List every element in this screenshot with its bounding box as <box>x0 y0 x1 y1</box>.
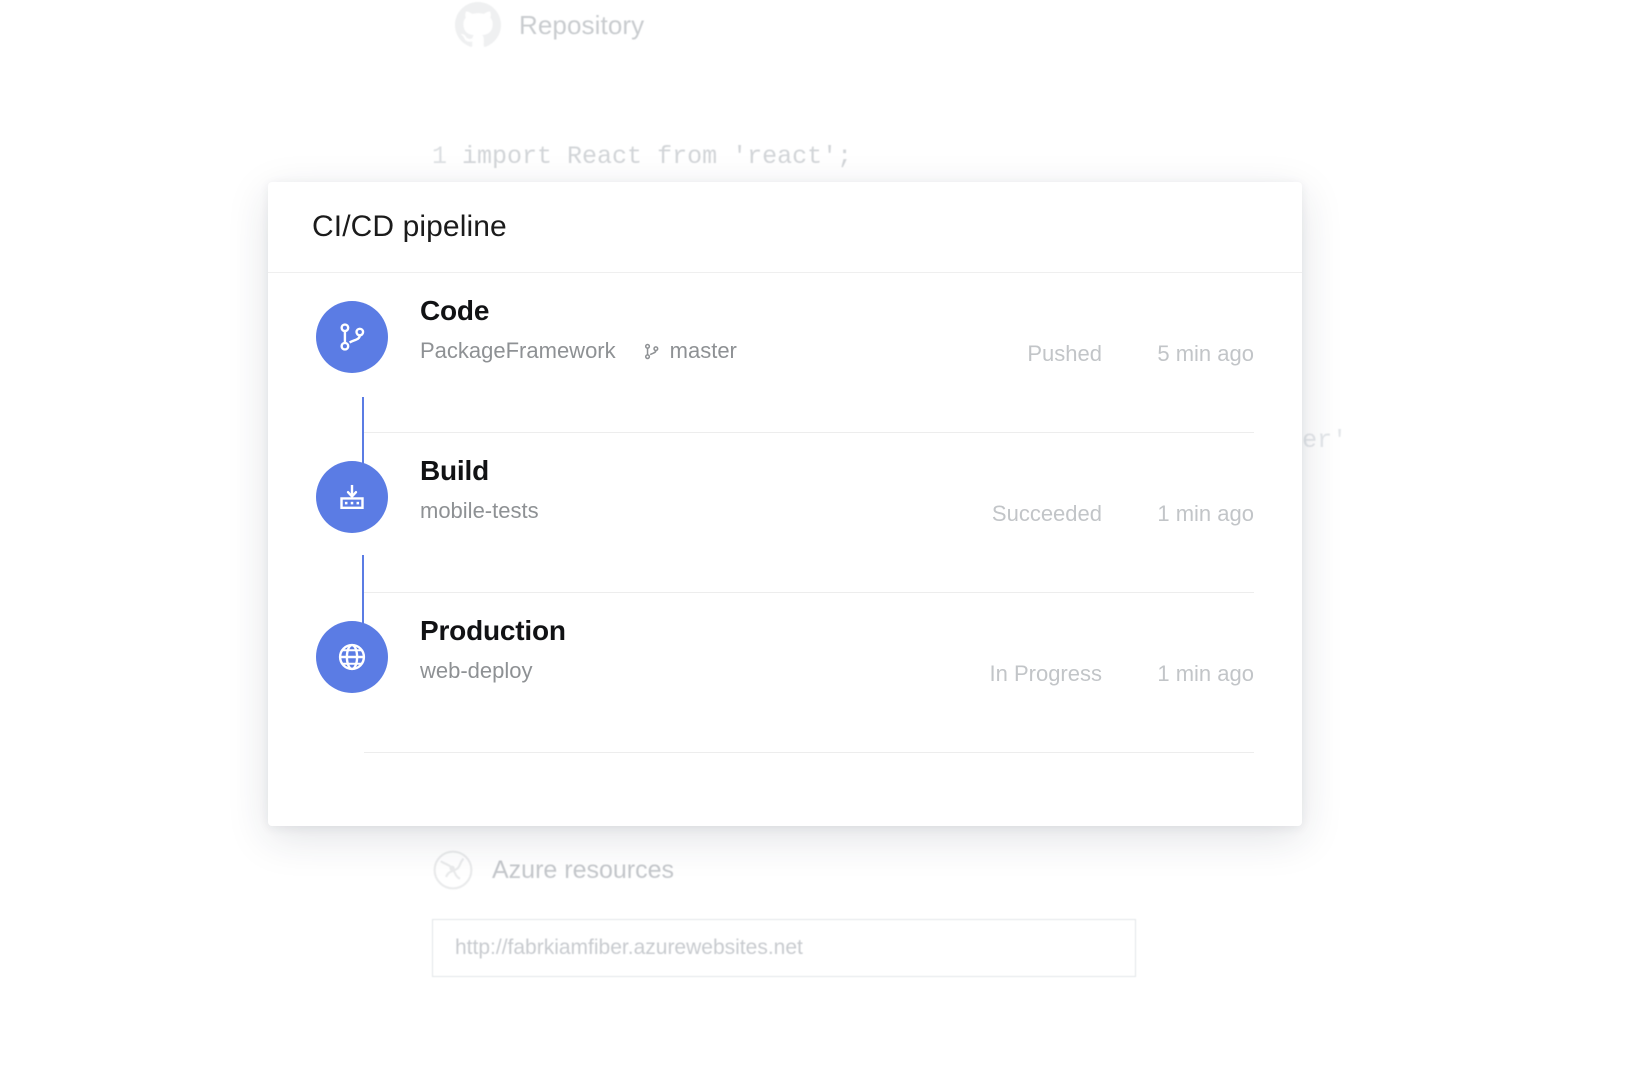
repository-header: Repository <box>455 2 644 48</box>
code-line: 1 import React from 'react'; <box>432 141 1347 173</box>
stage-badge <box>316 621 388 693</box>
stage-subtitle: PackageFramework master <box>420 337 914 366</box>
branch-icon <box>644 343 659 360</box>
pipeline-stage-code[interactable]: Code PackageFramework master Pushed 5 mi… <box>316 273 1254 433</box>
stage-repo: web-deploy <box>420 658 533 684</box>
azure-resources-icon <box>433 850 473 890</box>
code-line-number: 1 <box>432 142 448 171</box>
azure-resources-label: Azure resources <box>492 855 675 884</box>
globe-icon <box>338 643 366 671</box>
stage-name: Build <box>420 455 489 486</box>
stage-text: Production web-deploy <box>388 593 914 686</box>
stage-name: Production <box>420 615 566 646</box>
stage-text: Code PackageFramework master <box>388 273 914 366</box>
stage-subtitle: web-deploy <box>420 657 914 686</box>
stage-meta: In Progress 1 min ago <box>914 593 1255 687</box>
site-url-value: http://fabrkiamfiber.azurewebsites.net <box>455 936 803 959</box>
git-branch-icon <box>340 323 365 351</box>
stage-meta: Succeeded 1 min ago <box>914 433 1254 527</box>
stage-divider <box>364 752 1254 753</box>
stage-status: Succeeded <box>991 501 1102 526</box>
stage-meta: Pushed 5 min ago <box>914 273 1254 367</box>
stage-repo: PackageFramework <box>420 338 616 364</box>
screen: Repository 1 import React from 'react'; … <box>0 0 1649 1080</box>
dialog-header: CI/CD pipeline <box>268 182 1302 273</box>
pipeline-stage-production[interactable]: Production web-deploy In Progress 1 min … <box>316 593 1254 753</box>
stage-branch-name: master <box>669 338 737 364</box>
stage-status: Pushed <box>1027 341 1102 366</box>
stage-status: In Progress <box>989 661 1103 686</box>
cicd-pipeline-dialog: CI/CD pipeline Code PackageFramework mas… <box>268 182 1302 826</box>
stage-repo: mobile-tests <box>420 498 539 524</box>
dialog-body: Code PackageFramework master Pushed 5 mi… <box>268 273 1302 753</box>
pipeline-stage-build[interactable]: Build mobile-tests Succeeded 1 min ago <box>316 433 1254 593</box>
stage-time: 1 min ago <box>1157 501 1254 526</box>
stage-badge <box>316 461 388 533</box>
stage-badge <box>316 301 388 373</box>
stage-name: Code <box>420 295 490 326</box>
stage-time: 1 min ago <box>1157 661 1254 686</box>
azure-resources-header: Azure resources <box>432 849 674 891</box>
dialog-title: CI/CD pipeline <box>312 210 507 243</box>
stage-subtitle: mobile-tests <box>420 497 914 526</box>
stage-text: Build mobile-tests <box>388 433 914 526</box>
repository-label: Repository <box>519 9 645 40</box>
github-icon <box>455 2 501 47</box>
code-line-text: import React from 'react'; <box>462 142 853 171</box>
site-url-input[interactable]: http://fabrkiamfiber.azurewebsites.net <box>432 919 1136 977</box>
stage-branch: master <box>642 337 737 366</box>
stage-time: 5 min ago <box>1157 341 1254 366</box>
build-icon <box>340 484 364 509</box>
